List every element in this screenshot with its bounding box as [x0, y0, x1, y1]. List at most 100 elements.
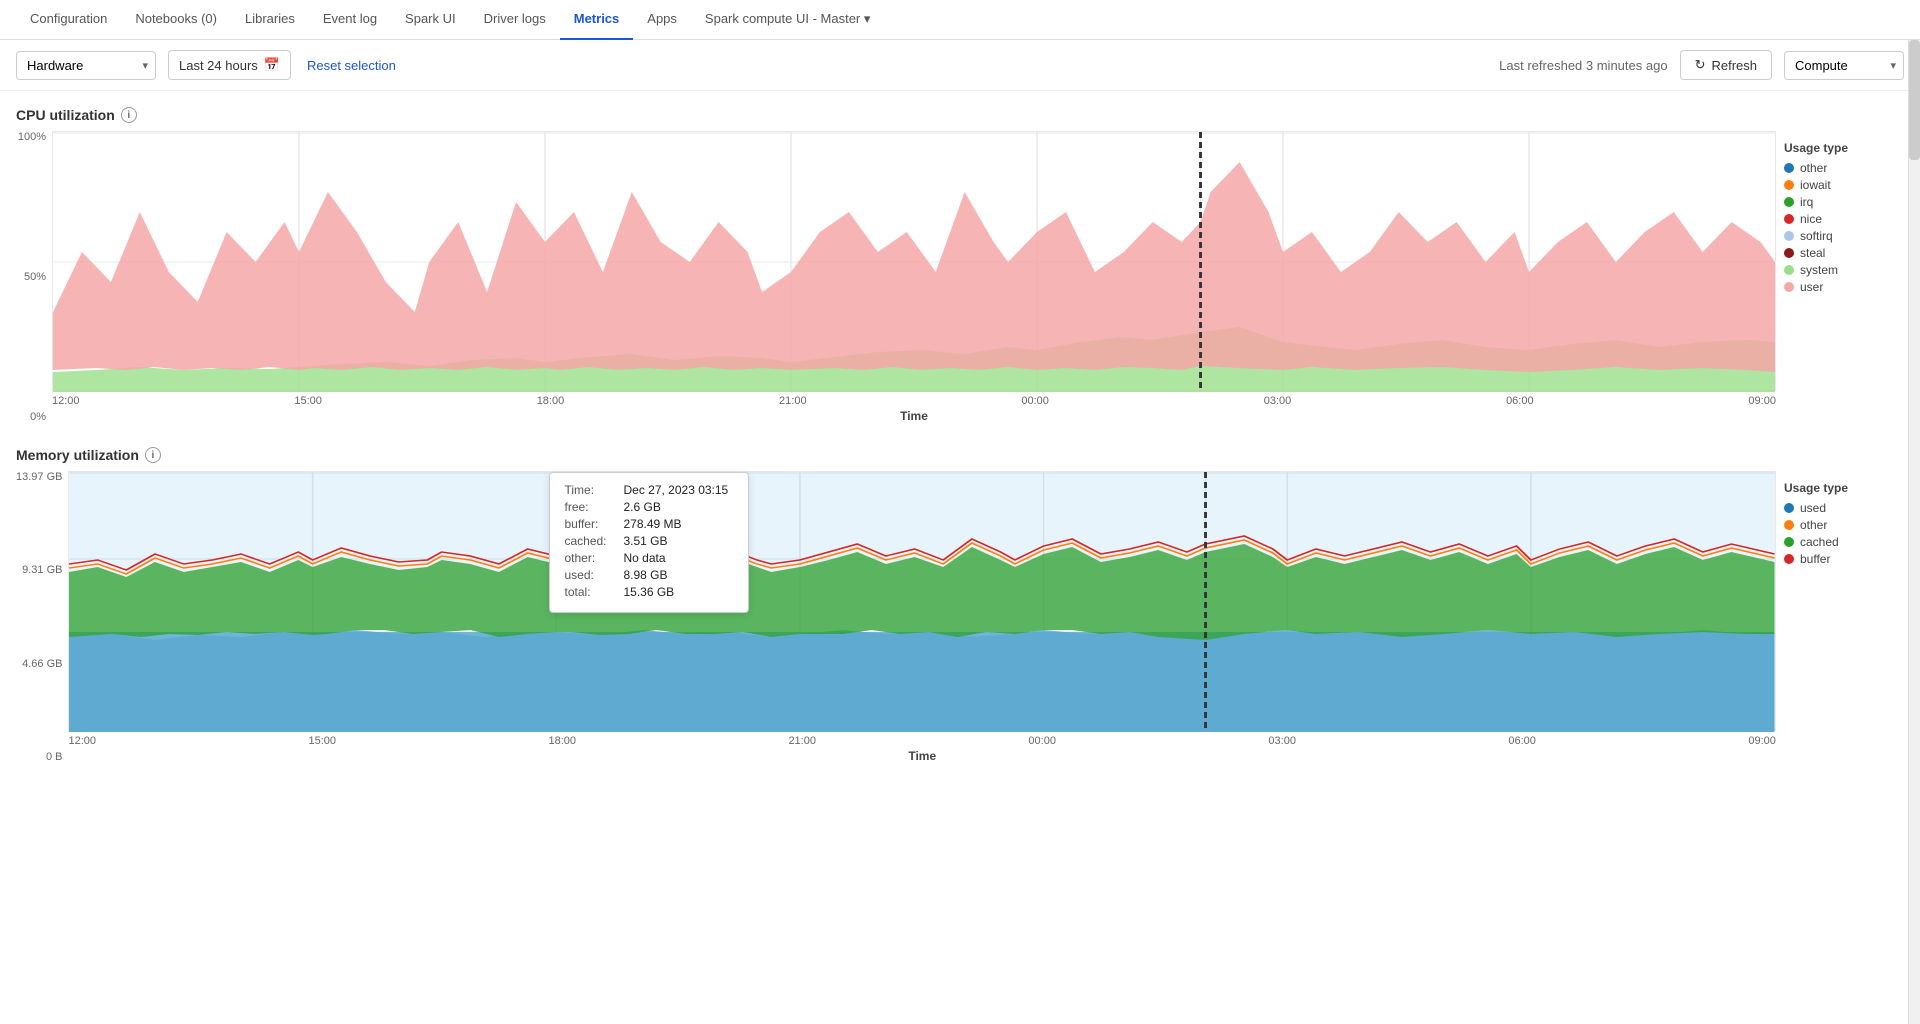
legend-other: other: [1784, 161, 1904, 175]
cpu-chart-and-xaxis: 12:00 15:00 18:00 21:00 00:00 03:00 06:0…: [52, 131, 1776, 423]
tooltip-free-row: free: 2.6 GB: [564, 500, 734, 514]
legend-dot-nice: [1784, 214, 1794, 224]
cpu-chart-section: CPU utilization i 100% 50% 0%: [16, 107, 1904, 423]
scrollbar-track[interactable]: [1908, 40, 1920, 1024]
refresh-label: Refresh: [1711, 58, 1757, 73]
tooltip-cached-value: 3.51 GB: [623, 534, 667, 548]
toolbar-right: Last refreshed 3 minutes ago ↻ Refresh C…: [1499, 50, 1904, 80]
nav-metrics[interactable]: Metrics: [560, 0, 634, 40]
charts-area: CPU utilization i 100% 50% 0%: [0, 91, 1920, 763]
memory-legend-title: Usage type: [1784, 481, 1904, 495]
memory-chart-title: Memory utilization i: [16, 447, 1904, 463]
tooltip-total-label: total:: [564, 585, 619, 599]
nav-sparkui[interactable]: Spark UI: [391, 0, 470, 40]
tooltip-other-value: No data: [623, 551, 665, 565]
memory-legend: Usage type used other cached buffer: [1784, 471, 1904, 569]
cpu-y-axis: 100% 50% 0%: [16, 131, 52, 423]
cpu-y-100: 100%: [18, 131, 46, 143]
tooltip-other-label: other:: [564, 551, 619, 565]
cpu-canvas-wrap[interactable]: [52, 131, 1776, 391]
tooltip-free-label: free:: [564, 500, 619, 514]
cpu-svg: [53, 132, 1775, 392]
mem-legend-dot-cached: [1784, 537, 1794, 547]
cpu-x-title: Time: [52, 409, 1776, 423]
legend-softirq: softirq: [1784, 229, 1904, 243]
toolbar: Hardware ▾ Last 24 hours 📅 Reset selecti…: [0, 40, 1920, 91]
tooltip-free-value: 2.6 GB: [623, 500, 660, 514]
mem-legend-used: used: [1784, 501, 1904, 515]
memory-y-2: 9.31 GB: [22, 564, 62, 576]
legend-dot-iowait: [1784, 180, 1794, 190]
cpu-chart-with-yaxis: 100% 50% 0%: [16, 131, 1776, 423]
memory-info-icon[interactable]: i: [145, 447, 161, 463]
mem-legend-dot-buffer: [1784, 554, 1794, 564]
cpu-y-0: 0%: [30, 411, 46, 423]
tooltip-total-value: 15.36 GB: [623, 585, 674, 599]
legend-steal: steal: [1784, 246, 1904, 260]
legend-dot-irq: [1784, 197, 1794, 207]
memory-x-title: Time: [68, 749, 1776, 763]
legend-nice: nice: [1784, 212, 1904, 226]
legend-iowait: iowait: [1784, 178, 1904, 192]
mem-legend-other: other: [1784, 518, 1904, 532]
cpu-legend: Usage type other iowait irq nice: [1784, 131, 1904, 297]
legend-irq: irq: [1784, 195, 1904, 209]
nav-bar: Configuration Notebooks (0) Libraries Ev…: [0, 0, 1920, 40]
memory-y-0: 0 B: [46, 751, 63, 763]
mem-legend-cached: cached: [1784, 535, 1904, 549]
memory-canvas-wrap[interactable]: Time: Dec 27, 2023 03:15 free: 2.6 GB bu…: [68, 471, 1776, 731]
mem-legend-dot-other: [1784, 520, 1794, 530]
cpu-info-icon[interactable]: i: [121, 107, 137, 123]
legend-user: user: [1784, 280, 1904, 294]
tooltip-buffer-value: 278.49 MB: [623, 517, 681, 531]
legend-dot-softirq: [1784, 231, 1794, 241]
cpu-chart-container: 100% 50% 0%: [16, 131, 1904, 423]
legend-dot-other: [1784, 163, 1794, 173]
nav-notebooks[interactable]: Notebooks (0): [121, 0, 231, 40]
legend-dot-steal: [1784, 248, 1794, 258]
cpu-y-50: 50%: [24, 271, 46, 283]
nav-driverlogs[interactable]: Driver logs: [470, 0, 560, 40]
tooltip-time-row: Time: Dec 27, 2023 03:15: [564, 483, 734, 497]
tooltip-cached-row: cached: 3.51 GB: [564, 534, 734, 548]
memory-x-axis-labels: 12:00 15:00 18:00 21:00 00:00 03:00 06:0…: [68, 731, 1776, 747]
date-range-picker[interactable]: Last 24 hours 📅: [168, 50, 291, 80]
tooltip-used-value: 8.98 GB: [623, 568, 667, 582]
tooltip-time-value: Dec 27, 2023 03:15: [623, 483, 728, 497]
tooltip-total-row: total: 15.36 GB: [564, 585, 734, 599]
hardware-select-wrapper: Hardware ▾: [16, 51, 156, 80]
nav-sparkcompute[interactable]: Spark compute UI - Master ▾: [691, 0, 884, 40]
legend-system: system: [1784, 263, 1904, 277]
date-range-label: Last 24 hours: [179, 58, 258, 73]
tooltip-buffer-label: buffer:: [564, 517, 619, 531]
mem-legend-buffer: buffer: [1784, 552, 1904, 566]
memory-y-axis: 13.97 GB 9.31 GB 4.66 GB 0 B: [16, 471, 68, 763]
nav-apps[interactable]: Apps: [633, 0, 691, 40]
compute-select-wrapper: Compute ▾: [1784, 51, 1904, 80]
memory-y-3: 4.66 GB: [22, 658, 62, 670]
tooltip-cached-label: cached:: [564, 534, 619, 548]
cpu-x-axis-labels: 12:00 15:00 18:00 21:00 00:00 03:00 06:0…: [52, 391, 1776, 407]
memory-chart-and-xaxis: Time: Dec 27, 2023 03:15 free: 2.6 GB bu…: [68, 471, 1776, 763]
last-refreshed-label: Last refreshed 3 minutes ago: [1499, 58, 1667, 73]
compute-select[interactable]: Compute: [1784, 51, 1904, 80]
tooltip-time-label: Time:: [564, 483, 619, 497]
scrollbar-thumb[interactable]: [1909, 40, 1920, 160]
tooltip-used-row: used: 8.98 GB: [564, 568, 734, 582]
tooltip-buffer-row: buffer: 278.49 MB: [564, 517, 734, 531]
legend-dot-user: [1784, 282, 1794, 292]
cpu-chart-title: CPU utilization i: [16, 107, 1904, 123]
reset-selection-button[interactable]: Reset selection: [303, 52, 400, 79]
refresh-icon: ↻: [1695, 57, 1706, 73]
memory-chart-container: 13.97 GB 9.31 GB 4.66 GB 0 B: [16, 471, 1904, 763]
nav-configuration[interactable]: Configuration: [16, 0, 121, 40]
cpu-legend-title: Usage type: [1784, 141, 1904, 155]
mem-legend-dot-used: [1784, 503, 1794, 513]
refresh-button[interactable]: ↻ Refresh: [1680, 50, 1772, 80]
calendar-icon: 📅: [264, 57, 280, 73]
hardware-select[interactable]: Hardware: [16, 51, 156, 80]
memory-chart-section: Memory utilization i 13.97 GB 9.31 GB 4.…: [16, 447, 1904, 763]
nav-eventlog[interactable]: Event log: [309, 0, 391, 40]
tooltip-other-row: other: No data: [564, 551, 734, 565]
nav-libraries[interactable]: Libraries: [231, 0, 309, 40]
